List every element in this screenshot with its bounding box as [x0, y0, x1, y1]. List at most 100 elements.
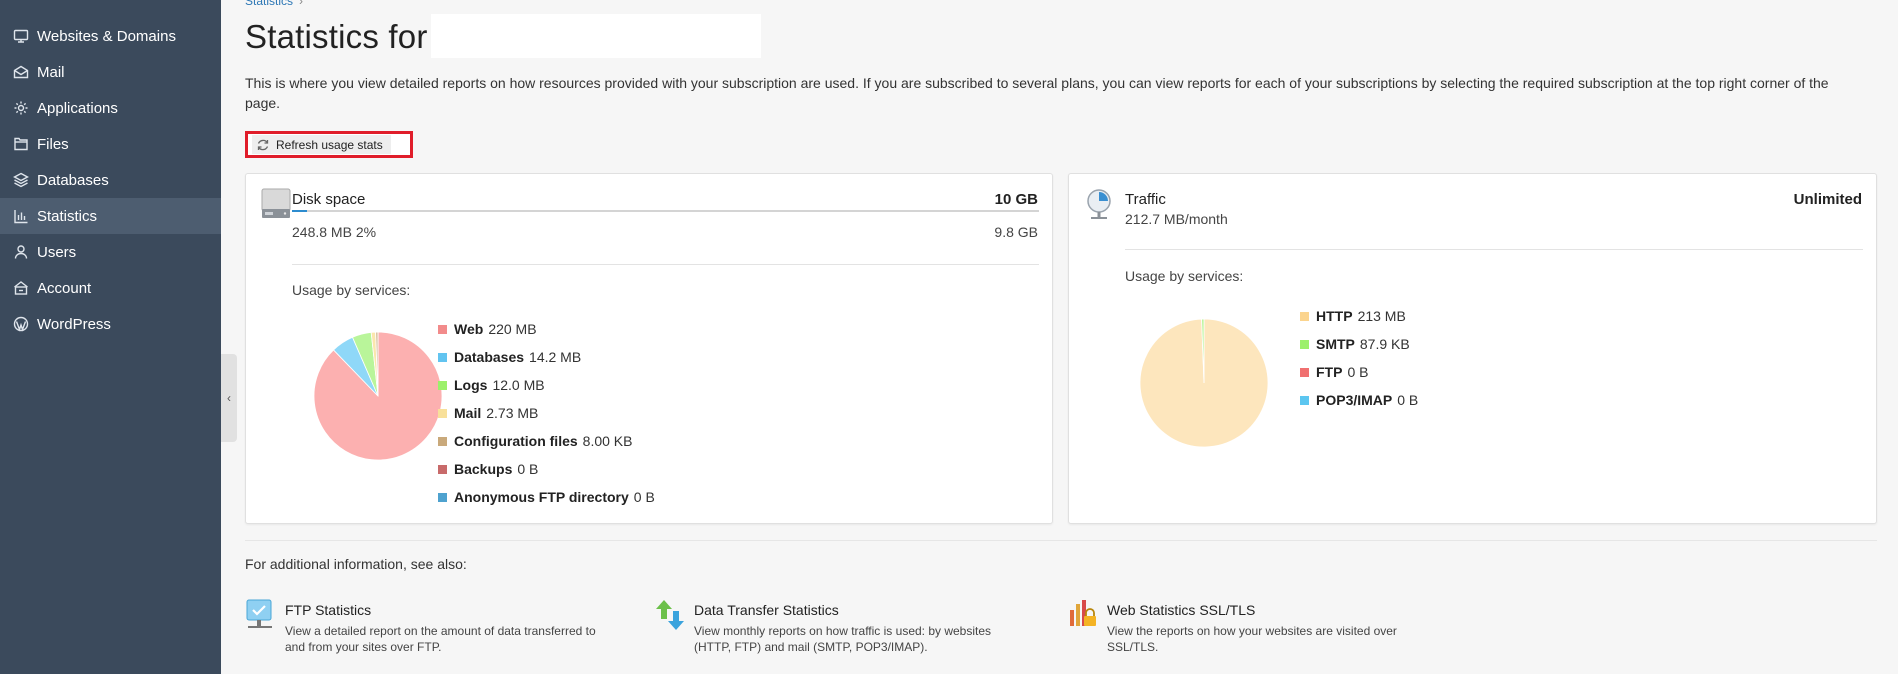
- legend-label: POP3/IMAP: [1316, 392, 1393, 408]
- legend-label: Anonymous FTP directory: [454, 489, 629, 505]
- traffic-used-text: 212.7 MB/month: [1125, 211, 1228, 227]
- sidebar-item-label: Files: [37, 135, 69, 153]
- legend-value: 213 MB: [1357, 308, 1406, 324]
- sidebar-item-label: Account: [37, 279, 92, 297]
- traffic-usage-by-services-label: Usage by services:: [1125, 268, 1244, 284]
- legend-value: 0 B: [633, 489, 655, 505]
- breadcrumb: Statistics ›: [245, 0, 303, 8]
- sidebar-item-users[interactable]: Users: [0, 234, 221, 270]
- traffic-legend-item: FTP 0 B: [1300, 358, 1418, 386]
- legend-swatch: [1300, 311, 1309, 321]
- traffic-card: Traffic Unlimited 212.7 MB/month Usage b…: [1068, 173, 1877, 524]
- folder-icon: [13, 136, 29, 152]
- wordpress-icon: [13, 316, 29, 332]
- disk-usage-bar: [292, 210, 1039, 212]
- user-icon: [13, 244, 29, 260]
- legend-label: SMTP: [1316, 336, 1355, 352]
- main-content: Statistics › Statistics for This is where…: [221, 0, 1898, 674]
- legend-value: 87.9 KB: [1359, 336, 1410, 352]
- sidebar-item-wordpress[interactable]: WordPress: [0, 306, 221, 342]
- data-transfer-statistics-link[interactable]: Data Transfer Statistics: [694, 602, 839, 618]
- disk-space-limit: 10 GB: [994, 191, 1038, 208]
- refresh-usage-stats-button[interactable]: Refresh usage stats: [245, 131, 413, 158]
- legend-label: FTP: [1316, 364, 1343, 380]
- disk-legend-item: Web 220 MB: [438, 315, 655, 343]
- legend-label: Web: [454, 321, 484, 337]
- sidebar-item-label: Users: [37, 243, 77, 261]
- web-statistics-ssl-description: View the reports on how your websites ar…: [1107, 624, 1397, 654]
- web-statistics-ssl-link[interactable]: Web Statistics SSL/TLS: [1107, 602, 1255, 618]
- sidebar-item-files[interactable]: Files: [0, 126, 221, 162]
- gear-icon: [13, 100, 29, 116]
- redacted-subscription-name: [431, 14, 761, 58]
- sidebar-item-databases[interactable]: Databases: [0, 162, 221, 198]
- data-transfer-statistics-description: View monthly reports on how traffic is u…: [694, 624, 992, 654]
- disk-usage-pie-chart: [313, 331, 443, 461]
- page-title: Statistics for: [245, 18, 428, 55]
- legend-swatch: [438, 492, 447, 502]
- disk-usage-legend: Web 220 MB Databases 14.2 MB Logs 12.0 MB Mail…: [438, 315, 655, 511]
- disk-legend-item: Databases 14.2 MB: [438, 343, 655, 371]
- disk-legend-item: Backups 0 B: [438, 455, 655, 483]
- disk-usage-by-services-label: Usage by services:: [292, 282, 411, 298]
- ftp-statistics-link[interactable]: FTP Statistics: [285, 602, 371, 618]
- sidebar: Websites & Domains Mail Applications Fil…: [0, 0, 221, 674]
- envelope-icon: [13, 64, 29, 80]
- sidebar-item-label: WordPress: [37, 315, 111, 333]
- legend-swatch: [1300, 395, 1309, 405]
- legend-value: 0 B: [1397, 392, 1419, 408]
- disk-used-text: 248.8 MB 2%: [292, 224, 377, 240]
- legend-swatch: [438, 408, 447, 418]
- traffic-limit: Unlimited: [1793, 191, 1862, 208]
- ftp-stats-icon: [246, 599, 272, 628]
- legend-label: Databases: [454, 349, 525, 365]
- account-icon: [13, 280, 29, 296]
- page-description: This is where you view detailed reports …: [245, 75, 1829, 111]
- sidebar-item-applications[interactable]: Applications: [0, 90, 221, 126]
- legend-label: HTTP: [1316, 308, 1353, 324]
- legend-label: Configuration files: [454, 433, 578, 449]
- traffic-gauge-icon: [1087, 189, 1111, 219]
- hard-disk-icon: [261, 188, 291, 218]
- refresh-icon: [257, 139, 269, 150]
- sidebar-item-mail[interactable]: Mail: [0, 54, 221, 90]
- disk-space-title: Disk space: [292, 191, 366, 208]
- disk-legend-item: Mail 2.73 MB: [438, 399, 655, 427]
- legend-value: 0 B: [517, 461, 539, 477]
- legend-swatch: [1300, 367, 1309, 377]
- sidebar-item-label: Applications: [37, 99, 118, 117]
- monitor-icon: [13, 28, 29, 44]
- breadcrumb-statistics[interactable]: Statistics: [245, 0, 293, 8]
- legend-value: 2.73 MB: [486, 405, 539, 421]
- legend-label: Logs: [454, 377, 488, 393]
- sidebar-item-statistics[interactable]: Statistics: [0, 198, 221, 234]
- legend-value: 14.2 MB: [529, 349, 582, 365]
- legend-value: 8.00 KB: [582, 433, 633, 449]
- ftp-statistics-description: View a detailed report on the amount of …: [285, 624, 596, 654]
- data-transfer-icon: [656, 600, 684, 630]
- traffic-legend-item: SMTP 87.9 KB: [1300, 330, 1418, 358]
- sidebar-item-label: Databases: [37, 171, 109, 189]
- legend-label: Backups: [454, 461, 513, 477]
- disk-remaining-text: 9.8 GB: [994, 224, 1038, 240]
- traffic-legend-item: POP3/IMAP 0 B: [1300, 386, 1418, 414]
- legend-swatch: [438, 464, 447, 474]
- sidebar-item-websites-domains[interactable]: Websites & Domains: [0, 18, 221, 54]
- traffic-usage-pie-chart: [1139, 318, 1269, 448]
- section-divider: [245, 540, 1877, 541]
- bar-chart-icon: [13, 208, 29, 224]
- legend-swatch: [438, 352, 447, 362]
- breadcrumb-separator: ›: [299, 0, 304, 8]
- web-stats-ssl-icon: [1070, 600, 1096, 626]
- sidebar-item-account[interactable]: Account: [0, 270, 221, 306]
- disk-space-card: Disk space 10 GB 248.8 MB 2% 9.8 GB Usag…: [245, 173, 1053, 524]
- sidebar-item-label: Statistics: [37, 207, 98, 225]
- legend-swatch: [438, 380, 447, 390]
- see-also-label: For additional information, see also:: [245, 556, 467, 572]
- disk-legend-item: Logs 12.0 MB: [438, 371, 655, 399]
- divider: [292, 264, 1039, 265]
- disk-legend-item: Configuration files 8.00 KB: [438, 427, 655, 455]
- legend-value: 220 MB: [488, 321, 537, 337]
- legend-value: 0 B: [1347, 364, 1369, 380]
- traffic-usage-legend: HTTP 213 MB SMTP 87.9 KB FTP 0 B POP3/IMAP 0 B: [1300, 302, 1418, 414]
